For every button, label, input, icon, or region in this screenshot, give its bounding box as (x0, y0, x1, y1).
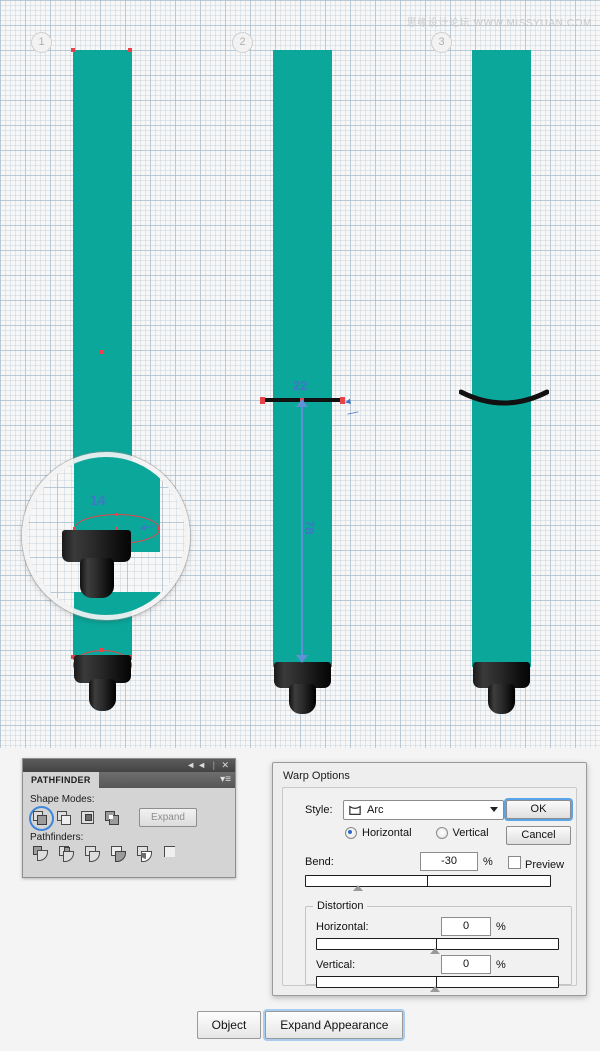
distortion-vertical-slider[interactable] (316, 976, 559, 992)
distortion-horizontal-percent: % (496, 920, 506, 933)
arrow-head-up (296, 399, 308, 407)
vertical-label: Vertical (452, 827, 489, 839)
dialog-title: Warp Options (283, 770, 350, 782)
horizontal-label: Horizontal (362, 827, 412, 839)
step-badge-3: 3 (431, 32, 452, 53)
warp-options-dialog[interactable]: Warp Options Style: Arc Horizontal Verti… (272, 762, 587, 996)
style-select[interactable]: Arc (343, 800, 504, 820)
distortion-vertical-label: Vertical: (316, 958, 356, 971)
anchor-point (99, 648, 103, 652)
width-measure-label: 22 (293, 378, 308, 393)
loupe-nib (80, 558, 114, 598)
height-measure-label: 78 (302, 520, 317, 535)
panel-body: Shape Modes: Expand Pathfinders: (23, 788, 235, 869)
distortion-horizontal-label: Horizontal: (316, 920, 369, 933)
magnifier-loupe: 14 ◂— (22, 452, 190, 620)
preview-label: Preview (525, 859, 565, 871)
anchor-point-center (99, 350, 103, 354)
distortion-horizontal-thumb[interactable] (430, 948, 440, 954)
anchor-point (71, 48, 75, 52)
expand-button[interactable]: Expand (139, 808, 197, 827)
preview-checkbox-row[interactable]: Preview (508, 856, 564, 871)
panel-collapse-close-icons[interactable]: ◄◄ | ✕ (186, 760, 231, 771)
distortion-vertical-thumb[interactable] (430, 986, 440, 992)
pathfinder-panel[interactable]: ◄◄ | ✕ PATHFINDER ▾≡ Shape Modes: Expand… (22, 758, 236, 878)
vertical-radio[interactable] (435, 827, 448, 839)
watermark-text: 思缘设计论坛 WWW.MISSYUAN.COM (406, 18, 592, 29)
dialog-content: Style: Arc Horizontal Vertical Bend: -30… (282, 787, 577, 992)
bend-slider[interactable] (305, 875, 551, 891)
pathfinder-crop-button[interactable] (111, 846, 126, 862)
style-select-value: Arc (367, 804, 384, 816)
panel-tabrow[interactable]: PATHFINDER ▾≡ (23, 772, 235, 788)
stylus-body-3 (472, 50, 531, 667)
collapse-icon[interactable]: ◄◄ (186, 760, 208, 770)
pathfinder-divide-button[interactable] (33, 846, 48, 861)
arc-style-icon (349, 805, 361, 815)
stylus-nib-1 (89, 679, 116, 711)
ok-button[interactable]: OK (506, 800, 571, 819)
panel-titlebar[interactable]: ◄◄ | ✕ (23, 759, 235, 772)
chevron-down-icon[interactable] (490, 807, 498, 812)
object-button[interactable]: Object (196, 1011, 262, 1039)
arced-stroke-path (459, 389, 549, 406)
tab-pathfinder[interactable]: PATHFINDER (23, 772, 99, 788)
pathfinder-trim-button[interactable] (59, 846, 74, 862)
loupe-measure-label: 14 (90, 492, 106, 508)
distortion-legend: Distortion (313, 900, 368, 912)
bend-slider-thumb[interactable] (353, 885, 363, 891)
distortion-group: Distortion Horizontal: 0 % Vertical: 0 % (305, 900, 572, 992)
distortion-vertical-percent: % (496, 958, 506, 971)
cancel-button[interactable]: Cancel (506, 826, 571, 845)
shape-mode-minus-front-button[interactable] (57, 810, 72, 825)
horizontal-radio[interactable] (345, 827, 357, 839)
shape-mode-exclude-button[interactable] (105, 810, 120, 825)
style-label: Style: (305, 804, 333, 816)
bend-label: Bend: (305, 855, 334, 868)
bend-percent-label: % (483, 855, 493, 868)
bottom-button-bar: Object Expand Appearance (0, 1011, 600, 1039)
bend-value-input[interactable]: -30 (420, 852, 478, 871)
pathfinders-label: Pathfinders: (30, 832, 84, 843)
distortion-horizontal-input[interactable]: 0 (441, 917, 491, 936)
arrow-head-down (296, 655, 308, 663)
expand-appearance-button[interactable]: Expand Appearance (265, 1011, 404, 1039)
pathfinder-minus-back-button[interactable] (163, 846, 178, 861)
close-icon[interactable]: ✕ (221, 760, 231, 770)
step-badge-1: 1 (31, 32, 52, 53)
preview-checkbox[interactable] (508, 856, 521, 869)
anchor-point (260, 397, 265, 404)
shape-mode-intersect-button[interactable] (81, 810, 96, 825)
anchor-point (128, 48, 132, 52)
distortion-horizontal-slider[interactable] (316, 938, 559, 954)
shape-mode-unite-button[interactable] (29, 806, 54, 831)
loupe-content: 14 ◂— (27, 457, 185, 615)
stylus-nib-2 (289, 684, 316, 714)
pathfinder-outline-button[interactable] (137, 846, 152, 862)
stylus-nib-3 (488, 684, 515, 714)
step-badge-2: 2 (232, 32, 253, 53)
distortion-vertical-input[interactable]: 0 (441, 955, 491, 974)
panel-menu-icon[interactable]: ▾≡ (220, 774, 231, 786)
shape-modes-label: Shape Modes: (30, 794, 95, 805)
pathfinder-merge-button[interactable] (85, 846, 100, 862)
anchor-point (115, 513, 118, 516)
